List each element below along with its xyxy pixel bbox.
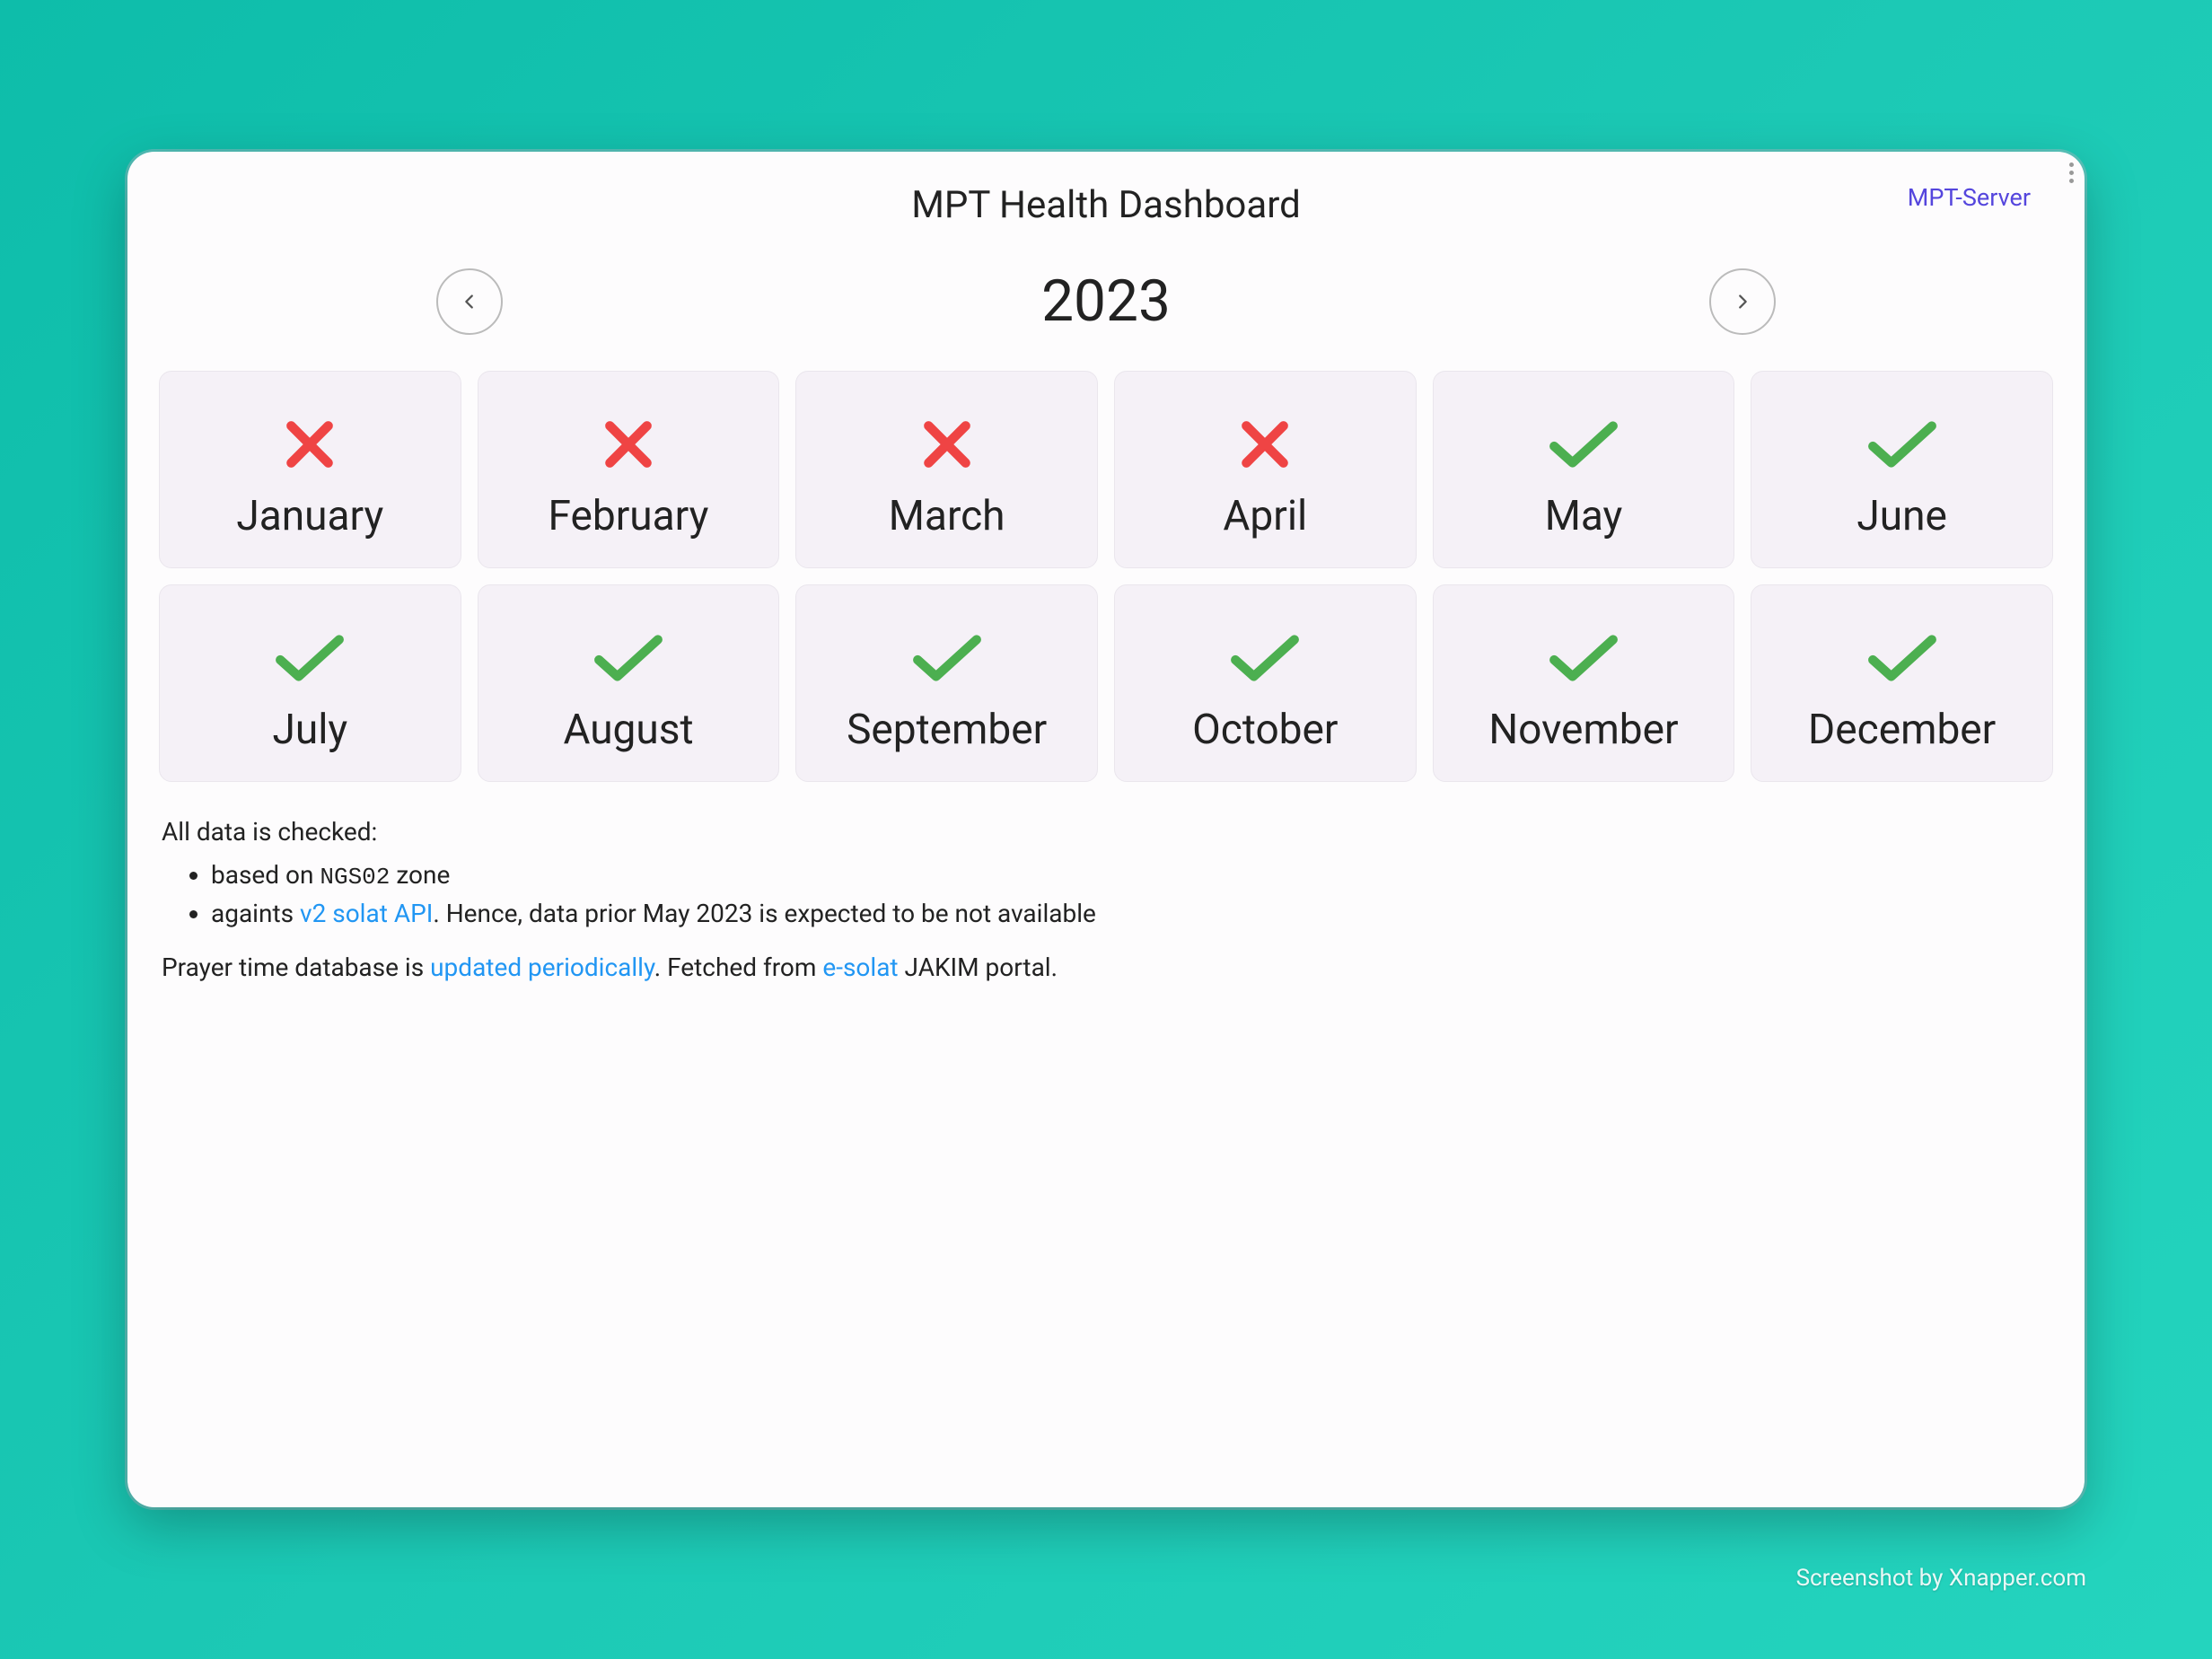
month-name: December xyxy=(1808,706,1996,754)
month-card[interactable]: June xyxy=(1751,371,2053,568)
updated-periodically-link[interactable]: updated periodically xyxy=(430,952,654,982)
month-name: June xyxy=(1856,492,1947,540)
month-card[interactable]: October xyxy=(1114,584,1417,782)
month-card[interactable]: March xyxy=(795,371,1098,568)
info-bullet-api: againts v2 solat API. Hence, data prior … xyxy=(211,895,2050,933)
check-icon xyxy=(1228,618,1302,698)
month-card[interactable]: January xyxy=(159,371,461,568)
month-name: October xyxy=(1192,706,1338,754)
prev-year-button[interactable] xyxy=(436,268,503,335)
chevron-right-icon xyxy=(1733,292,1752,312)
check-icon xyxy=(910,618,984,698)
month-name: May xyxy=(1545,492,1623,540)
cross-icon xyxy=(919,404,975,485)
month-name: January xyxy=(236,492,383,540)
window-menu-dots-icon[interactable] xyxy=(2069,162,2074,183)
month-card[interactable]: May xyxy=(1433,371,1735,568)
month-name: February xyxy=(549,492,709,540)
month-card[interactable]: December xyxy=(1751,584,2053,782)
page-title: MPT Health Dashboard xyxy=(911,183,1301,227)
cross-icon xyxy=(601,404,656,485)
info-bullet-zone: based on NGS02 zone xyxy=(211,856,2050,895)
check-icon xyxy=(1865,618,1939,698)
month-card[interactable]: August xyxy=(478,584,780,782)
month-name: March xyxy=(889,492,1005,540)
e-solat-link[interactable]: e-solat xyxy=(822,952,898,982)
v2-solat-api-link[interactable]: v2 solat API xyxy=(300,899,433,928)
header: MPT Health Dashboard MPT-Server xyxy=(154,179,2058,227)
month-card[interactable]: July xyxy=(159,584,461,782)
year-navigation: 2023 xyxy=(154,268,2058,335)
check-icon xyxy=(1865,404,1939,485)
cross-icon xyxy=(282,404,338,485)
month-card[interactable]: September xyxy=(795,584,1098,782)
next-year-button[interactable] xyxy=(1709,268,1776,335)
month-name: September xyxy=(847,706,1047,754)
check-icon xyxy=(1547,404,1620,485)
check-icon xyxy=(592,618,665,698)
check-icon xyxy=(1547,618,1620,698)
mpt-server-link[interactable]: MPT-Server xyxy=(1908,183,2031,212)
month-name: November xyxy=(1488,706,1678,754)
month-name: April xyxy=(1223,492,1307,540)
info-line-database: Prayer time database is updated periodic… xyxy=(162,949,2050,987)
screenshot-credit: Screenshot by Xnapper.com xyxy=(1796,1565,2086,1592)
info-section: All data is checked: based on NGS02 zone… xyxy=(154,813,2058,987)
month-card[interactable]: February xyxy=(478,371,780,568)
info-intro: All data is checked: xyxy=(162,813,2050,851)
month-name: July xyxy=(272,706,347,754)
month-grid: January February March April May June July Augu… xyxy=(154,371,2058,782)
check-icon xyxy=(273,618,347,698)
chevron-left-icon xyxy=(460,292,479,312)
month-card[interactable]: November xyxy=(1433,584,1735,782)
cross-icon xyxy=(1237,404,1293,485)
year-label: 2023 xyxy=(1041,268,1171,335)
app-window: MPT Health Dashboard MPT-Server 2023 Jan… xyxy=(127,152,2085,1507)
month-name: August xyxy=(563,706,693,754)
month-card[interactable]: April xyxy=(1114,371,1417,568)
